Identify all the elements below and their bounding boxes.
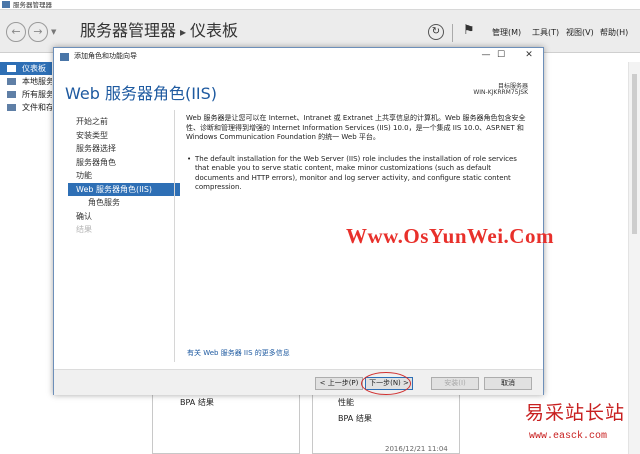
menu-view[interactable]: 视图(V) (566, 27, 594, 38)
tile-left-bpa-results[interactable]: BPA 结果 (180, 397, 214, 408)
install-button: 安装(I) (431, 377, 479, 390)
sidebar-item-file-storage[interactable]: 文件和存储服务 (0, 101, 52, 114)
scrollbar-thumb[interactable] (632, 74, 637, 234)
wizard-content: Web 服务器是让您可以在 Internet、Intranet 或 Extran… (186, 114, 531, 193)
menu-manage[interactable]: 管理(M) (492, 27, 521, 38)
previous-button[interactable]: < 上一步(P) (315, 377, 363, 390)
back-arrow-icon[interactable]: ← (6, 22, 26, 42)
sidebar-item-dashboard[interactable]: 仪表板 (0, 62, 52, 75)
next-button-highlight-circle (361, 372, 411, 395)
watermark-site-cn-url: www.easck.com (529, 431, 608, 442)
step-role-services[interactable]: 角色服务 (68, 196, 180, 210)
add-roles-wizard-dialog: 添加角色和功能向导 — ☐ ✕ Web 服务器角色(IIS) 目标服务器 WIN… (53, 47, 544, 395)
default-install-note: • The default installation for the Web S… (186, 155, 531, 193)
maximize-icon[interactable]: ☐ (494, 50, 508, 60)
wizard-titlebar: 添加角色和功能向导 — ☐ ✕ (54, 48, 543, 65)
notifications-flag-icon[interactable]: ⚑ (463, 23, 475, 38)
step-web-server-role[interactable]: Web 服务器角色(IIS) (68, 182, 180, 196)
dashboard-icon (7, 65, 16, 72)
history-dropdown-icon[interactable]: ▼ (51, 28, 56, 36)
sidebar-item-local-server[interactable]: 本地服务器 (0, 75, 52, 88)
dashboard-tile-left (152, 392, 300, 454)
close-icon[interactable]: ✕ (522, 50, 536, 60)
sidebar-item-label: 仪表板 (22, 64, 46, 73)
wizard-footer: < 上一步(P) 下一步(N) > 安装(I) 取消 (54, 369, 543, 395)
sidebar-item-all-servers[interactable]: 所有服务器 (0, 88, 52, 101)
server-manager-sidebar: 仪表板 本地服务器 所有服务器 文件和存储服务 (0, 62, 52, 142)
cancel-button[interactable]: 取消 (484, 377, 532, 390)
step-installation-type[interactable]: 安装类型 (68, 129, 180, 143)
forward-arrow-icon[interactable]: → (28, 22, 48, 42)
server-manager-app-icon (2, 1, 10, 8)
server-manager-window-title: 服务器管理器 (13, 1, 52, 9)
step-server-selection[interactable]: 服务器选择 (68, 142, 180, 156)
servers-icon (7, 91, 16, 98)
wizard-app-icon (60, 53, 69, 61)
menu-tools[interactable]: 工具(T) (532, 27, 559, 38)
default-install-note-text: The default installation for the Web Ser… (195, 154, 517, 192)
dashboard-scrollbar[interactable] (628, 62, 640, 454)
page-title: Web 服务器角色(IIS) (65, 84, 218, 103)
refresh-icon[interactable]: ↻ (428, 24, 444, 40)
breadcrumb: 服务器管理器 ▸ 仪表板 (80, 21, 238, 42)
breadcrumb-page: 仪表板 (190, 21, 239, 40)
tile-timestamp: 2016/12/21 11:04 (385, 445, 448, 453)
steps-divider (174, 110, 175, 362)
wizard-steps-nav: 开始之前 安装类型 服务器选择 服务器角色 功能 Web 服务器角色(IIS) … (68, 115, 180, 237)
tile-right-performance[interactable]: 性能 (338, 397, 354, 408)
wizard-window-title: 添加角色和功能向导 (74, 52, 137, 60)
breadcrumb-chevron-icon: ▸ (180, 25, 187, 39)
more-info-link[interactable]: 有关 Web 服务器 IIS 的更多信息 (187, 348, 290, 358)
menu-help[interactable]: 帮助(H) (600, 27, 628, 38)
bullet-icon: • (187, 154, 192, 163)
breadcrumb-app: 服务器管理器 (80, 21, 177, 40)
sidebar-item-label: 所有服务器 (22, 90, 52, 99)
minimize-icon[interactable]: — (479, 50, 493, 60)
step-server-roles[interactable]: 服务器角色 (68, 156, 180, 170)
tile-right-bpa-results[interactable]: BPA 结果 (338, 413, 372, 424)
target-server-value: WIN-KJKRRM75JSK (473, 89, 528, 96)
server-manager-titlebar: 服务器管理器 (0, 0, 640, 10)
step-results: 结果 (76, 225, 92, 234)
role-description: Web 服务器是让您可以在 Internet、Intranet 或 Extran… (186, 114, 526, 141)
header-divider (452, 24, 453, 42)
step-before-you-begin[interactable]: 开始之前 (68, 115, 180, 129)
step-features[interactable]: 功能 (68, 169, 180, 183)
storage-icon (7, 104, 16, 111)
watermark-site-url: Www.OsYunWei.Com (346, 224, 554, 248)
watermark-site-name: 易采站长站 (525, 402, 626, 424)
server-icon (7, 78, 16, 85)
sidebar-item-label: 文件和存储服务 (22, 103, 52, 112)
sidebar-item-label: 本地服务器 (22, 77, 52, 86)
step-confirmation[interactable]: 确认 (68, 210, 180, 224)
